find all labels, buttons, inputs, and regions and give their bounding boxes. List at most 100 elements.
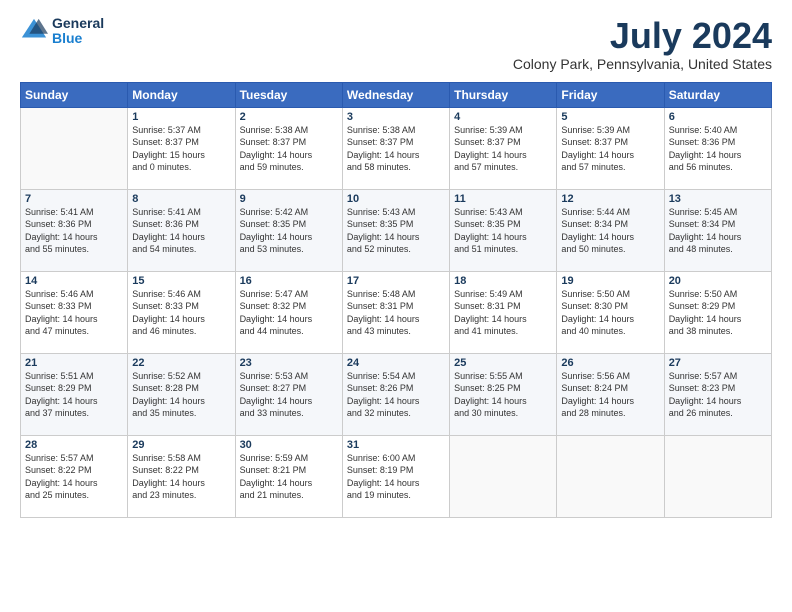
calendar-cell: 8Sunrise: 5:41 AMSunset: 8:36 PMDaylight… <box>128 189 235 271</box>
cell-content: Sunrise: 5:48 AMSunset: 8:31 PMDaylight:… <box>347 288 445 338</box>
cell-content: Sunrise: 5:46 AMSunset: 8:33 PMDaylight:… <box>132 288 230 338</box>
day-header-wednesday: Wednesday <box>342 82 449 107</box>
day-header-friday: Friday <box>557 82 664 107</box>
cell-content: Sunrise: 5:45 AMSunset: 8:34 PMDaylight:… <box>669 206 767 256</box>
calendar-cell: 13Sunrise: 5:45 AMSunset: 8:34 PMDayligh… <box>664 189 771 271</box>
header: General Blue July 2024 Colony Park, Penn… <box>20 16 772 72</box>
calendar-cell: 24Sunrise: 5:54 AMSunset: 8:26 PMDayligh… <box>342 353 449 435</box>
day-number: 26 <box>561 357 659 369</box>
day-number: 7 <box>25 193 123 205</box>
calendar-cell: 26Sunrise: 5:56 AMSunset: 8:24 PMDayligh… <box>557 353 664 435</box>
cell-content: Sunrise: 5:55 AMSunset: 8:25 PMDaylight:… <box>454 370 552 420</box>
calendar-cell: 23Sunrise: 5:53 AMSunset: 8:27 PMDayligh… <box>235 353 342 435</box>
calendar-cell: 29Sunrise: 5:58 AMSunset: 8:22 PMDayligh… <box>128 435 235 517</box>
cell-content: Sunrise: 5:43 AMSunset: 8:35 PMDaylight:… <box>347 206 445 256</box>
cell-content: Sunrise: 6:00 AMSunset: 8:19 PMDaylight:… <box>347 452 445 502</box>
calendar-cell: 14Sunrise: 5:46 AMSunset: 8:33 PMDayligh… <box>21 271 128 353</box>
calendar-table: SundayMondayTuesdayWednesdayThursdayFrid… <box>20 82 772 518</box>
logo: General Blue <box>20 16 104 47</box>
day-number: 2 <box>240 111 338 123</box>
cell-content: Sunrise: 5:54 AMSunset: 8:26 PMDaylight:… <box>347 370 445 420</box>
calendar-cell: 31Sunrise: 6:00 AMSunset: 8:19 PMDayligh… <box>342 435 449 517</box>
calendar-cell: 2Sunrise: 5:38 AMSunset: 8:37 PMDaylight… <box>235 107 342 189</box>
calendar-cell: 28Sunrise: 5:57 AMSunset: 8:22 PMDayligh… <box>21 435 128 517</box>
calendar-cell: 25Sunrise: 5:55 AMSunset: 8:25 PMDayligh… <box>450 353 557 435</box>
week-row-3: 21Sunrise: 5:51 AMSunset: 8:29 PMDayligh… <box>21 353 772 435</box>
day-header-sunday: Sunday <box>21 82 128 107</box>
cell-content: Sunrise: 5:46 AMSunset: 8:33 PMDaylight:… <box>25 288 123 338</box>
day-number: 3 <box>347 111 445 123</box>
day-number: 20 <box>669 275 767 287</box>
cell-content: Sunrise: 5:43 AMSunset: 8:35 PMDaylight:… <box>454 206 552 256</box>
day-number: 23 <box>240 357 338 369</box>
cell-content: Sunrise: 5:58 AMSunset: 8:22 PMDaylight:… <box>132 452 230 502</box>
header-row: SundayMondayTuesdayWednesdayThursdayFrid… <box>21 82 772 107</box>
day-header-tuesday: Tuesday <box>235 82 342 107</box>
calendar-cell: 15Sunrise: 5:46 AMSunset: 8:33 PMDayligh… <box>128 271 235 353</box>
week-row-1: 7Sunrise: 5:41 AMSunset: 8:36 PMDaylight… <box>21 189 772 271</box>
cell-content: Sunrise: 5:49 AMSunset: 8:31 PMDaylight:… <box>454 288 552 338</box>
day-number: 4 <box>454 111 552 123</box>
day-number: 6 <box>669 111 767 123</box>
calendar-cell: 18Sunrise: 5:49 AMSunset: 8:31 PMDayligh… <box>450 271 557 353</box>
cell-content: Sunrise: 5:53 AMSunset: 8:27 PMDaylight:… <box>240 370 338 420</box>
cell-content: Sunrise: 5:44 AMSunset: 8:34 PMDaylight:… <box>561 206 659 256</box>
calendar-cell <box>21 107 128 189</box>
day-number: 27 <box>669 357 767 369</box>
day-number: 16 <box>240 275 338 287</box>
logo-blue: Blue <box>52 31 104 46</box>
calendar-cell: 27Sunrise: 5:57 AMSunset: 8:23 PMDayligh… <box>664 353 771 435</box>
day-number: 28 <box>25 439 123 451</box>
cell-content: Sunrise: 5:52 AMSunset: 8:28 PMDaylight:… <box>132 370 230 420</box>
calendar-cell: 6Sunrise: 5:40 AMSunset: 8:36 PMDaylight… <box>664 107 771 189</box>
calendar-cell: 5Sunrise: 5:39 AMSunset: 8:37 PMDaylight… <box>557 107 664 189</box>
calendar-cell: 3Sunrise: 5:38 AMSunset: 8:37 PMDaylight… <box>342 107 449 189</box>
day-number: 11 <box>454 193 552 205</box>
day-header-saturday: Saturday <box>664 82 771 107</box>
calendar-cell: 16Sunrise: 5:47 AMSunset: 8:32 PMDayligh… <box>235 271 342 353</box>
title-section: July 2024 Colony Park, Pennsylvania, Uni… <box>513 16 772 72</box>
day-number: 14 <box>25 275 123 287</box>
calendar-cell: 1Sunrise: 5:37 AMSunset: 8:37 PMDaylight… <box>128 107 235 189</box>
week-row-4: 28Sunrise: 5:57 AMSunset: 8:22 PMDayligh… <box>21 435 772 517</box>
month-title: July 2024 <box>513 16 772 56</box>
calendar-cell: 20Sunrise: 5:50 AMSunset: 8:29 PMDayligh… <box>664 271 771 353</box>
logo-text: General Blue <box>52 16 104 47</box>
calendar-cell <box>664 435 771 517</box>
day-header-thursday: Thursday <box>450 82 557 107</box>
cell-content: Sunrise: 5:47 AMSunset: 8:32 PMDaylight:… <box>240 288 338 338</box>
day-number: 13 <box>669 193 767 205</box>
day-number: 8 <box>132 193 230 205</box>
cell-content: Sunrise: 5:59 AMSunset: 8:21 PMDaylight:… <box>240 452 338 502</box>
cell-content: Sunrise: 5:41 AMSunset: 8:36 PMDaylight:… <box>25 206 123 256</box>
calendar-cell: 19Sunrise: 5:50 AMSunset: 8:30 PMDayligh… <box>557 271 664 353</box>
day-number: 12 <box>561 193 659 205</box>
cell-content: Sunrise: 5:57 AMSunset: 8:22 PMDaylight:… <box>25 452 123 502</box>
calendar-cell <box>450 435 557 517</box>
calendar-cell: 10Sunrise: 5:43 AMSunset: 8:35 PMDayligh… <box>342 189 449 271</box>
cell-content: Sunrise: 5:51 AMSunset: 8:29 PMDaylight:… <box>25 370 123 420</box>
calendar-cell: 11Sunrise: 5:43 AMSunset: 8:35 PMDayligh… <box>450 189 557 271</box>
day-number: 9 <box>240 193 338 205</box>
day-number: 5 <box>561 111 659 123</box>
location: Colony Park, Pennsylvania, United States <box>513 56 772 72</box>
calendar-cell: 9Sunrise: 5:42 AMSunset: 8:35 PMDaylight… <box>235 189 342 271</box>
cell-content: Sunrise: 5:56 AMSunset: 8:24 PMDaylight:… <box>561 370 659 420</box>
calendar-cell: 4Sunrise: 5:39 AMSunset: 8:37 PMDaylight… <box>450 107 557 189</box>
page: General Blue July 2024 Colony Park, Penn… <box>0 0 792 530</box>
week-row-0: 1Sunrise: 5:37 AMSunset: 8:37 PMDaylight… <box>21 107 772 189</box>
day-number: 24 <box>347 357 445 369</box>
day-number: 22 <box>132 357 230 369</box>
day-number: 21 <box>25 357 123 369</box>
cell-content: Sunrise: 5:39 AMSunset: 8:37 PMDaylight:… <box>561 124 659 174</box>
cell-content: Sunrise: 5:50 AMSunset: 8:29 PMDaylight:… <box>669 288 767 338</box>
cell-content: Sunrise: 5:40 AMSunset: 8:36 PMDaylight:… <box>669 124 767 174</box>
calendar-cell: 17Sunrise: 5:48 AMSunset: 8:31 PMDayligh… <box>342 271 449 353</box>
logo-general: General <box>52 16 104 31</box>
cell-content: Sunrise: 5:37 AMSunset: 8:37 PMDaylight:… <box>132 124 230 174</box>
calendar-cell: 7Sunrise: 5:41 AMSunset: 8:36 PMDaylight… <box>21 189 128 271</box>
cell-content: Sunrise: 5:41 AMSunset: 8:36 PMDaylight:… <box>132 206 230 256</box>
calendar-cell: 21Sunrise: 5:51 AMSunset: 8:29 PMDayligh… <box>21 353 128 435</box>
day-number: 18 <box>454 275 552 287</box>
cell-content: Sunrise: 5:38 AMSunset: 8:37 PMDaylight:… <box>347 124 445 174</box>
